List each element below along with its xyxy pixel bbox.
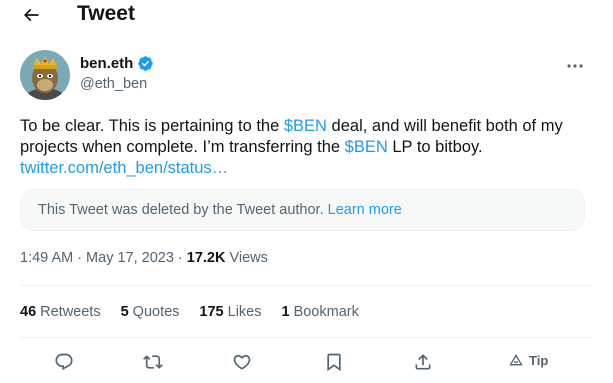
tweet-url-link[interactable]: twitter.com/eth_ben/status… bbox=[20, 159, 228, 177]
verified-badge-icon bbox=[138, 56, 154, 71]
share-icon bbox=[415, 354, 431, 370]
quotes-label: Quotes bbox=[132, 304, 180, 320]
views-count: 17.2K bbox=[186, 250, 226, 266]
cashtag-link[interactable]: $BEN bbox=[284, 117, 327, 135]
bookmarks-stat[interactable]: 1 Bookmark bbox=[281, 304, 358, 320]
tweet-meta: 1:49 AM · May 17, 2023 · 17.2K Views bbox=[20, 250, 268, 266]
retweet-button[interactable] bbox=[141, 350, 165, 374]
back-arrow-icon bbox=[23, 8, 39, 22]
ape-avatar-icon bbox=[20, 50, 70, 100]
meta-separator: · bbox=[177, 250, 183, 266]
tip-icon bbox=[509, 354, 523, 366]
tweet-text: To be clear. This is pertaining to the $… bbox=[20, 116, 600, 179]
likes-count: 175 bbox=[199, 304, 224, 320]
like-button[interactable] bbox=[230, 350, 254, 374]
tweet-date[interactable]: May 17, 2023 bbox=[86, 250, 174, 266]
cashtag-link[interactable]: $BEN bbox=[345, 138, 388, 156]
tweet-time[interactable]: 1:49 AM bbox=[20, 250, 73, 266]
tweet-text-part: To be clear. This is pertaining to the bbox=[20, 117, 284, 135]
display-name-row: ben.eth bbox=[80, 55, 154, 72]
retweets-stat[interactable]: 46 Retweets bbox=[20, 304, 101, 320]
quotes-stat[interactable]: 5 Quotes bbox=[121, 304, 180, 320]
more-dots-icon bbox=[567, 64, 583, 68]
top-bar: Tweet bbox=[0, 0, 613, 30]
more-options-button[interactable] bbox=[562, 58, 588, 74]
engagement-stats: 46 Retweets 5 Quotes 175 Likes 1 Bookmar… bbox=[20, 304, 379, 320]
meta-separator: · bbox=[77, 250, 83, 266]
avatar[interactable] bbox=[20, 50, 70, 100]
divider bbox=[20, 285, 593, 286]
display-name[interactable]: ben.eth bbox=[80, 55, 133, 72]
page-title: Tweet bbox=[77, 2, 135, 25]
like-icon bbox=[233, 354, 251, 370]
quotes-count: 5 bbox=[120, 304, 129, 320]
tip-button[interactable]: Tip bbox=[508, 352, 548, 368]
retweets-label: Retweets bbox=[40, 304, 101, 320]
bookmark-icon bbox=[327, 353, 341, 372]
tweet-text-part: LP to bitboy. bbox=[387, 138, 483, 156]
reply-icon bbox=[55, 353, 73, 371]
reply-button[interactable] bbox=[52, 350, 76, 374]
tip-label: Tip bbox=[529, 352, 549, 368]
share-button[interactable] bbox=[411, 350, 435, 374]
likes-stat[interactable]: 175 Likes bbox=[199, 304, 261, 320]
deleted-notice-text: This Tweet was deleted by the Tweet auth… bbox=[38, 202, 324, 218]
divider bbox=[20, 337, 593, 338]
bookmarks-count: 1 bbox=[281, 304, 290, 320]
views-label: Views bbox=[229, 250, 268, 266]
learn-more-link[interactable]: Learn more bbox=[328, 202, 402, 218]
retweets-count: 46 bbox=[20, 304, 37, 320]
user-handle[interactable]: @eth_ben bbox=[80, 76, 147, 92]
retweet-icon bbox=[143, 355, 163, 369]
deleted-tweet-notice: This Tweet was deleted by the Tweet auth… bbox=[20, 189, 585, 231]
bookmarks-label: Bookmark bbox=[293, 304, 359, 320]
tweet-actions: Tip bbox=[20, 340, 593, 382]
likes-label: Likes bbox=[227, 304, 262, 320]
tweet-author: ben.eth @eth_ben bbox=[20, 50, 600, 102]
back-button[interactable] bbox=[18, 3, 44, 27]
bookmark-button[interactable] bbox=[322, 350, 346, 374]
